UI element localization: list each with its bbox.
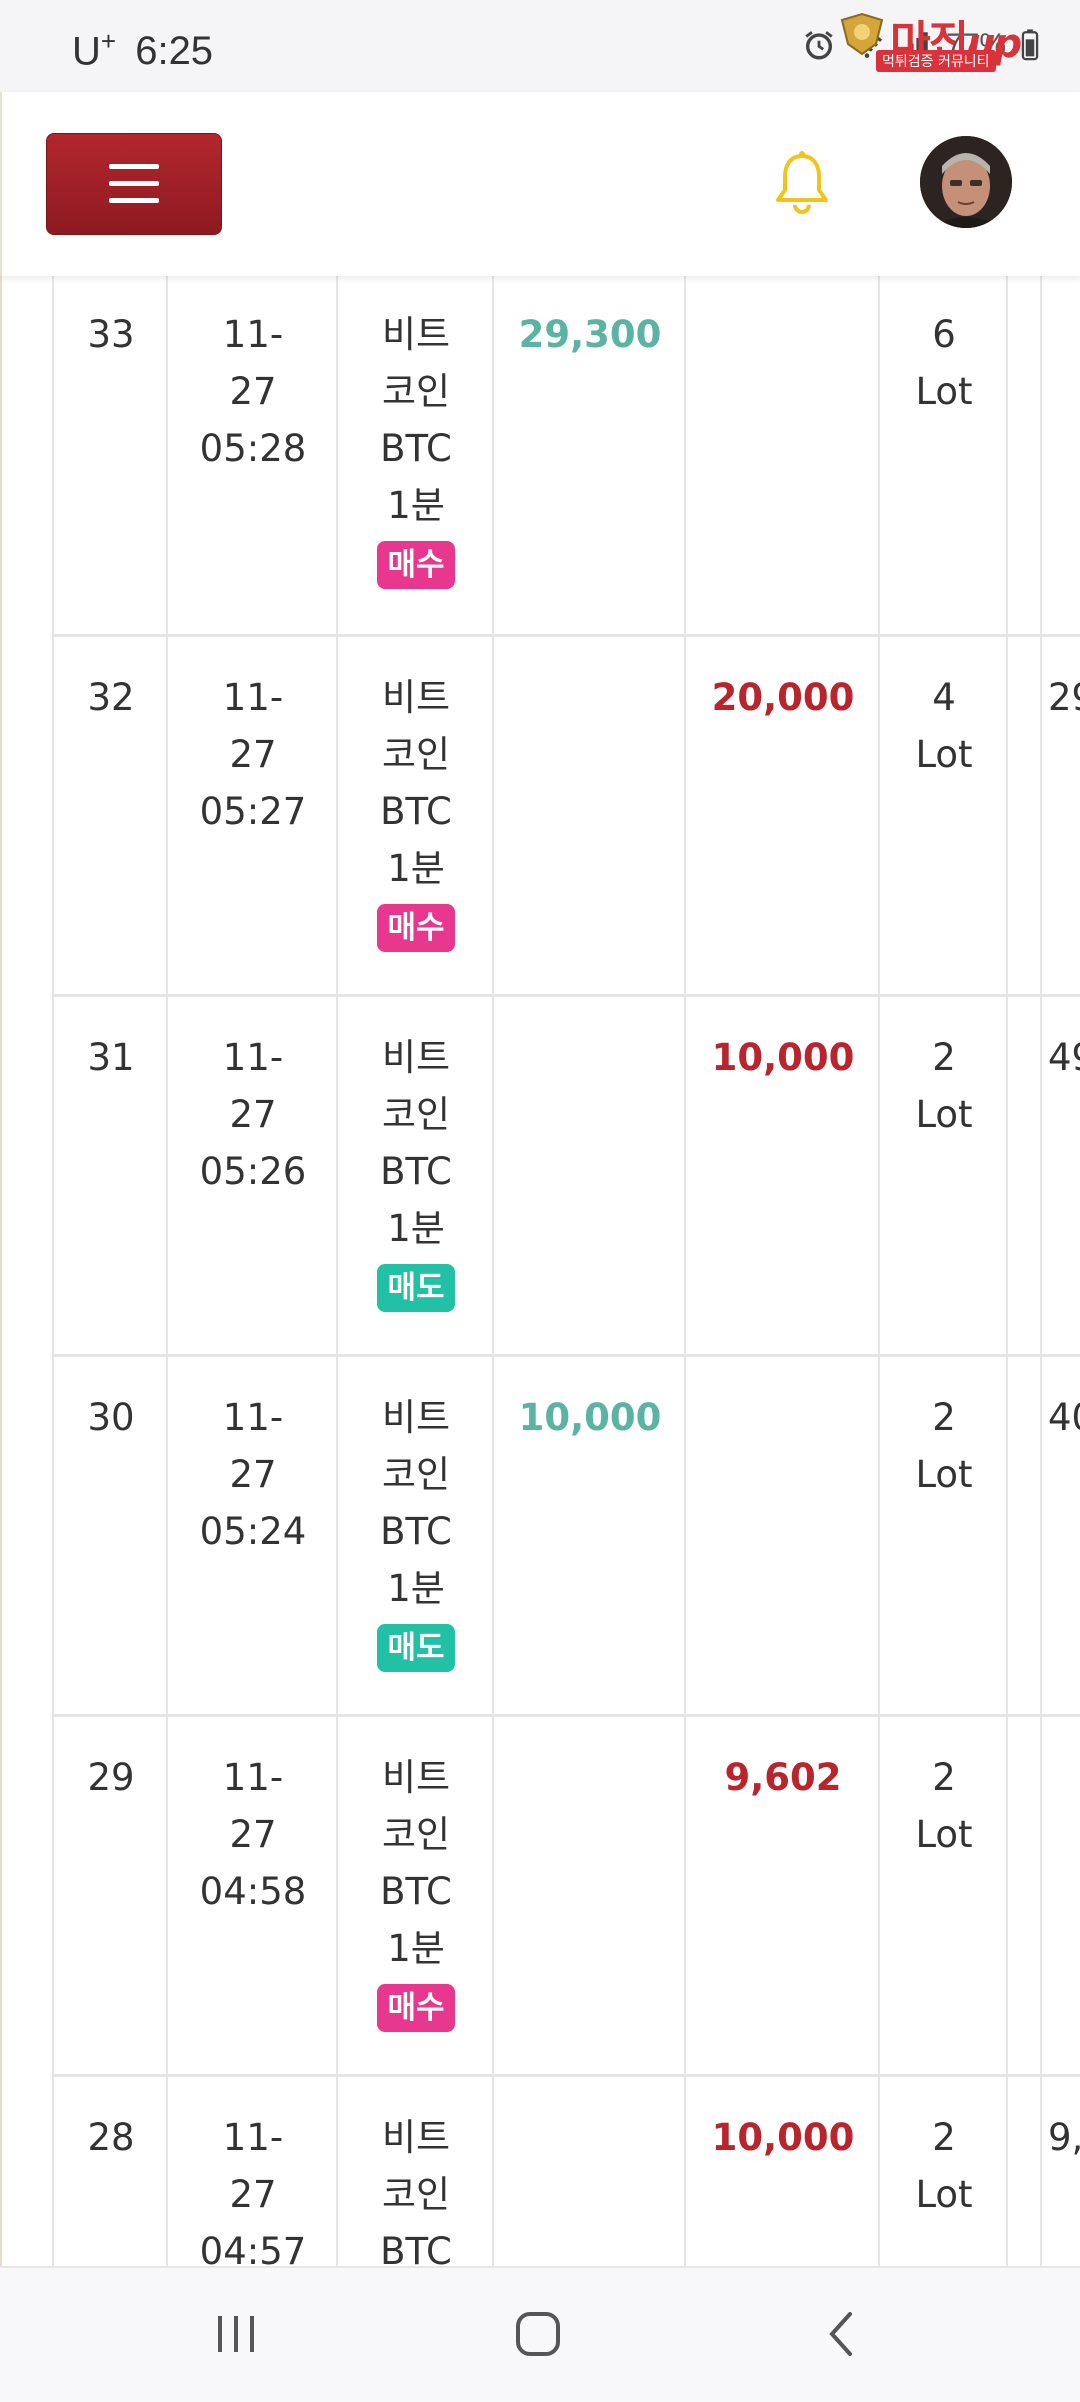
table-row: 3211-2705:27비트코인BTC1분매수 20,0004Lot29 [52,634,1080,997]
avatar[interactable] [920,136,1012,228]
system-nav-bar [0,2266,1080,2402]
row-loss: 10,000 [684,2077,880,2266]
trade-history-table[interactable]: 33 11- 27 05:28 비트 코인 BTC 1분 매수 29,300 6 Lot 32 11- 27… [0,276,1080,2266]
row-loss [684,276,880,634]
row-loss: 10,000 [684,997,880,1357]
row-datetime: 11- 27 05:24 [166,1357,338,1717]
table-row: 29 11- 27 04:58 비트 코인 BTC 1분 매수 9,602 2 Lot [52,1714,1080,2077]
table-row: 33 11- 27 05:28 비트 코인 BTC 1분 매수 29,300 6 Lot [52,276,1080,634]
row-spacer [1006,276,1042,634]
row-datetime: 11- 27 04:57 [166,2077,338,2266]
row-number: 29 [52,1717,168,2077]
row-profit [492,1717,686,2077]
sell-badge: 매도 [377,1264,455,1312]
app-header [0,92,1080,276]
row-number: 32 [52,637,168,997]
table-row: 3011-2705:24비트코인BTC1분매도10,000 2Lot40 [52,1354,1080,1717]
row-loss: 20,000 [684,637,880,997]
row-loss: 9,602 [684,1717,880,2077]
bell-icon[interactable] [772,150,832,216]
row-profit: 29,300 [492,276,686,634]
row-item: 비트 코인 BTC 1분 매수 [336,276,494,634]
row-balance-partial [1040,276,1080,634]
row-spacer [1006,637,1042,997]
user-avatar-icon [920,136,1012,228]
row-item: 비트 코인 BTC 1분 매도 [336,1357,494,1717]
row-profit: 10,000 [492,1357,686,1717]
recent-apps-icon[interactable] [206,2304,266,2364]
hamburger-icon-bar [109,181,159,186]
row-spacer [1006,997,1042,1357]
row-datetime: 11- 27 04:58 [166,1717,338,2077]
table-row: 3111-2705:26비트코인BTC1분매도 10,0002Lot49 [52,994,1080,1357]
row-lot: 6 Lot [878,276,1008,634]
row-datetime: 11- 27 05:27 [166,637,338,997]
hamburger-icon-bar [109,198,159,203]
row-lot: 2 Lot [878,1357,1008,1717]
home-icon[interactable] [508,2304,568,2364]
hamburger-icon [109,164,159,169]
row-profit [492,2077,686,2266]
row-number: 30 [52,1357,168,1717]
row-datetime: 11- 27 05:28 [166,276,338,634]
row-balance-partial: 29 [1040,637,1080,997]
buy-badge: 매수 [377,904,455,952]
row-item: 비트 코인 BTC 1분 매수 [336,637,494,997]
row-lot: 4 Lot [878,637,1008,997]
row-number: 28 [52,2077,168,2266]
row-balance-partial [1040,1717,1080,2077]
row-loss [684,1357,880,1717]
menu-button[interactable] [46,133,222,235]
buy-badge: 매수 [377,541,455,589]
row-lot: 2 Lot [878,1717,1008,2077]
watermark-logo: 마진up 먹튀검증 커뮤니티 [830,6,1070,72]
row-balance-partial: 9, [1040,2077,1080,2266]
table-row: 28 11- 27 04:57 비트 코인 BTC 10,000 2 Lot 9, [52,2074,1080,2266]
back-icon[interactable] [812,2304,872,2364]
carrier-label: U+ 6:25 [72,26,214,74]
status-bar: U+ 6:25 77% 마진up 먹튀검증 커뮤니티 [0,0,1080,92]
row-item: 비트 코인 BTC 1분 매수 [336,1717,494,2077]
row-item: 비트 코인 BTC [336,2077,494,2266]
watermark-tagline: 먹튀검증 커뮤니티 [876,50,996,72]
buy-badge: 매수 [377,1984,455,2032]
row-spacer [1006,1717,1042,2077]
row-datetime: 11- 27 05:26 [166,997,338,1357]
row-number: 31 [52,997,168,1357]
row-item: 비트 코인 BTC 1분 매도 [336,997,494,1357]
row-lot: 2 Lot [878,997,1008,1357]
row-balance-partial: 40 [1040,1357,1080,1717]
row-balance-partial: 49 [1040,997,1080,1357]
row-profit [492,997,686,1357]
row-spacer [1006,1357,1042,1717]
row-spacer [1006,2077,1042,2266]
row-profit [492,637,686,997]
row-lot: 2 Lot [878,2077,1008,2266]
sell-badge: 매도 [377,1624,455,1672]
row-number: 33 [52,276,168,634]
